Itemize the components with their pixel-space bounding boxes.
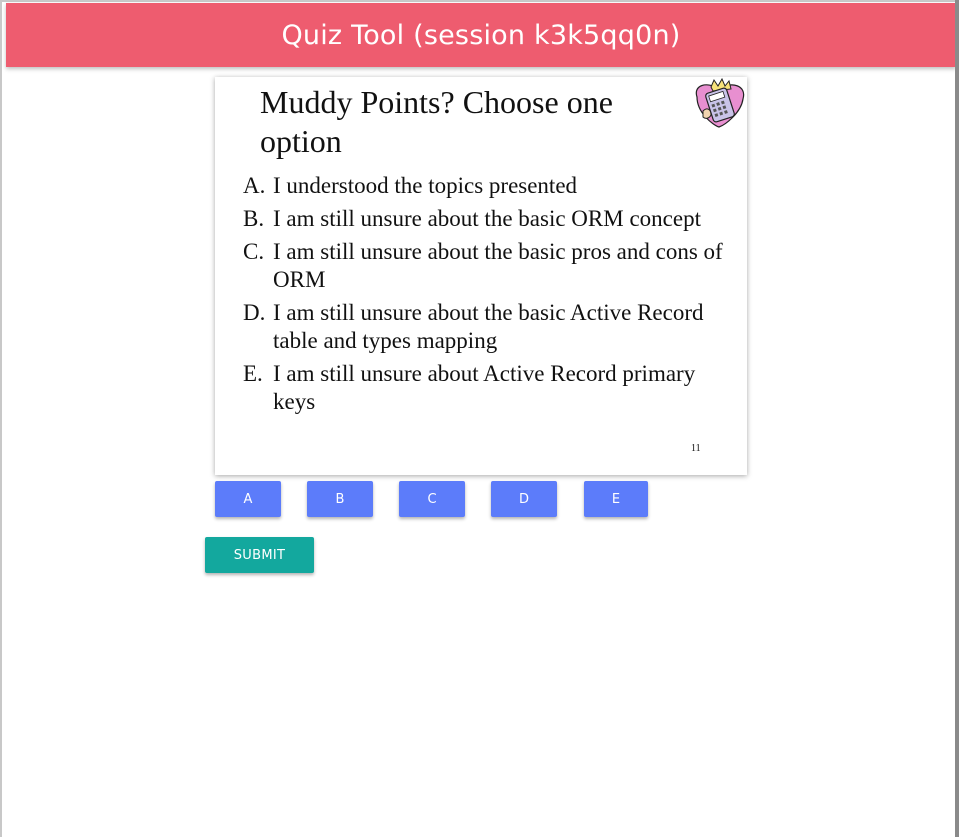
option-letter: B. xyxy=(243,206,265,231)
app-window: Quiz Tool (session k3k5qq0n) Muddy Point… xyxy=(0,0,959,837)
window-right-border xyxy=(955,0,959,837)
option-text: I am still unsure about Active Record pr… xyxy=(273,361,696,414)
page-title: Quiz Tool (session k3k5qq0n) xyxy=(281,19,681,51)
option-text: I understood the topics presented xyxy=(273,173,578,198)
option-letter: D. xyxy=(243,300,266,325)
answer-button-e[interactable]: E xyxy=(584,481,648,517)
option-letter: C. xyxy=(243,239,265,264)
option-b: B. I am still unsure about the basic ORM… xyxy=(243,205,723,233)
slide-page-number: 11 xyxy=(691,443,701,454)
option-letter: A. xyxy=(243,173,266,198)
option-e: E. I am still unsure about Active Record… xyxy=(243,360,723,416)
option-text: I am still unsure about the basic pros a… xyxy=(273,239,723,292)
slide-title: Muddy Points? Choose one option xyxy=(260,84,613,159)
calculator-clipart-icon xyxy=(695,77,745,128)
option-letter: E. xyxy=(243,361,263,386)
option-text: I am still unsure about the basic Active… xyxy=(273,300,704,353)
answer-options-list: A. I understood the topics presented B. … xyxy=(243,172,723,421)
app-header: Quiz Tool (session k3k5qq0n) xyxy=(6,3,956,67)
answer-button-a[interactable]: A xyxy=(215,481,281,517)
answer-button-b[interactable]: B xyxy=(307,481,373,517)
option-c: C. I am still unsure about the basic pro… xyxy=(243,238,723,294)
option-a: A. I understood the topics presented xyxy=(243,172,723,200)
answer-button-c[interactable]: C xyxy=(399,481,465,517)
option-d: D. I am still unsure about the basic Act… xyxy=(243,299,723,355)
answer-button-d[interactable]: D xyxy=(491,481,557,517)
submit-button[interactable]: SUBMIT xyxy=(205,537,314,573)
option-text: I am still unsure about the basic ORM co… xyxy=(273,206,701,231)
question-slide: Muddy Points? Choose one option A. I und… xyxy=(215,77,747,475)
